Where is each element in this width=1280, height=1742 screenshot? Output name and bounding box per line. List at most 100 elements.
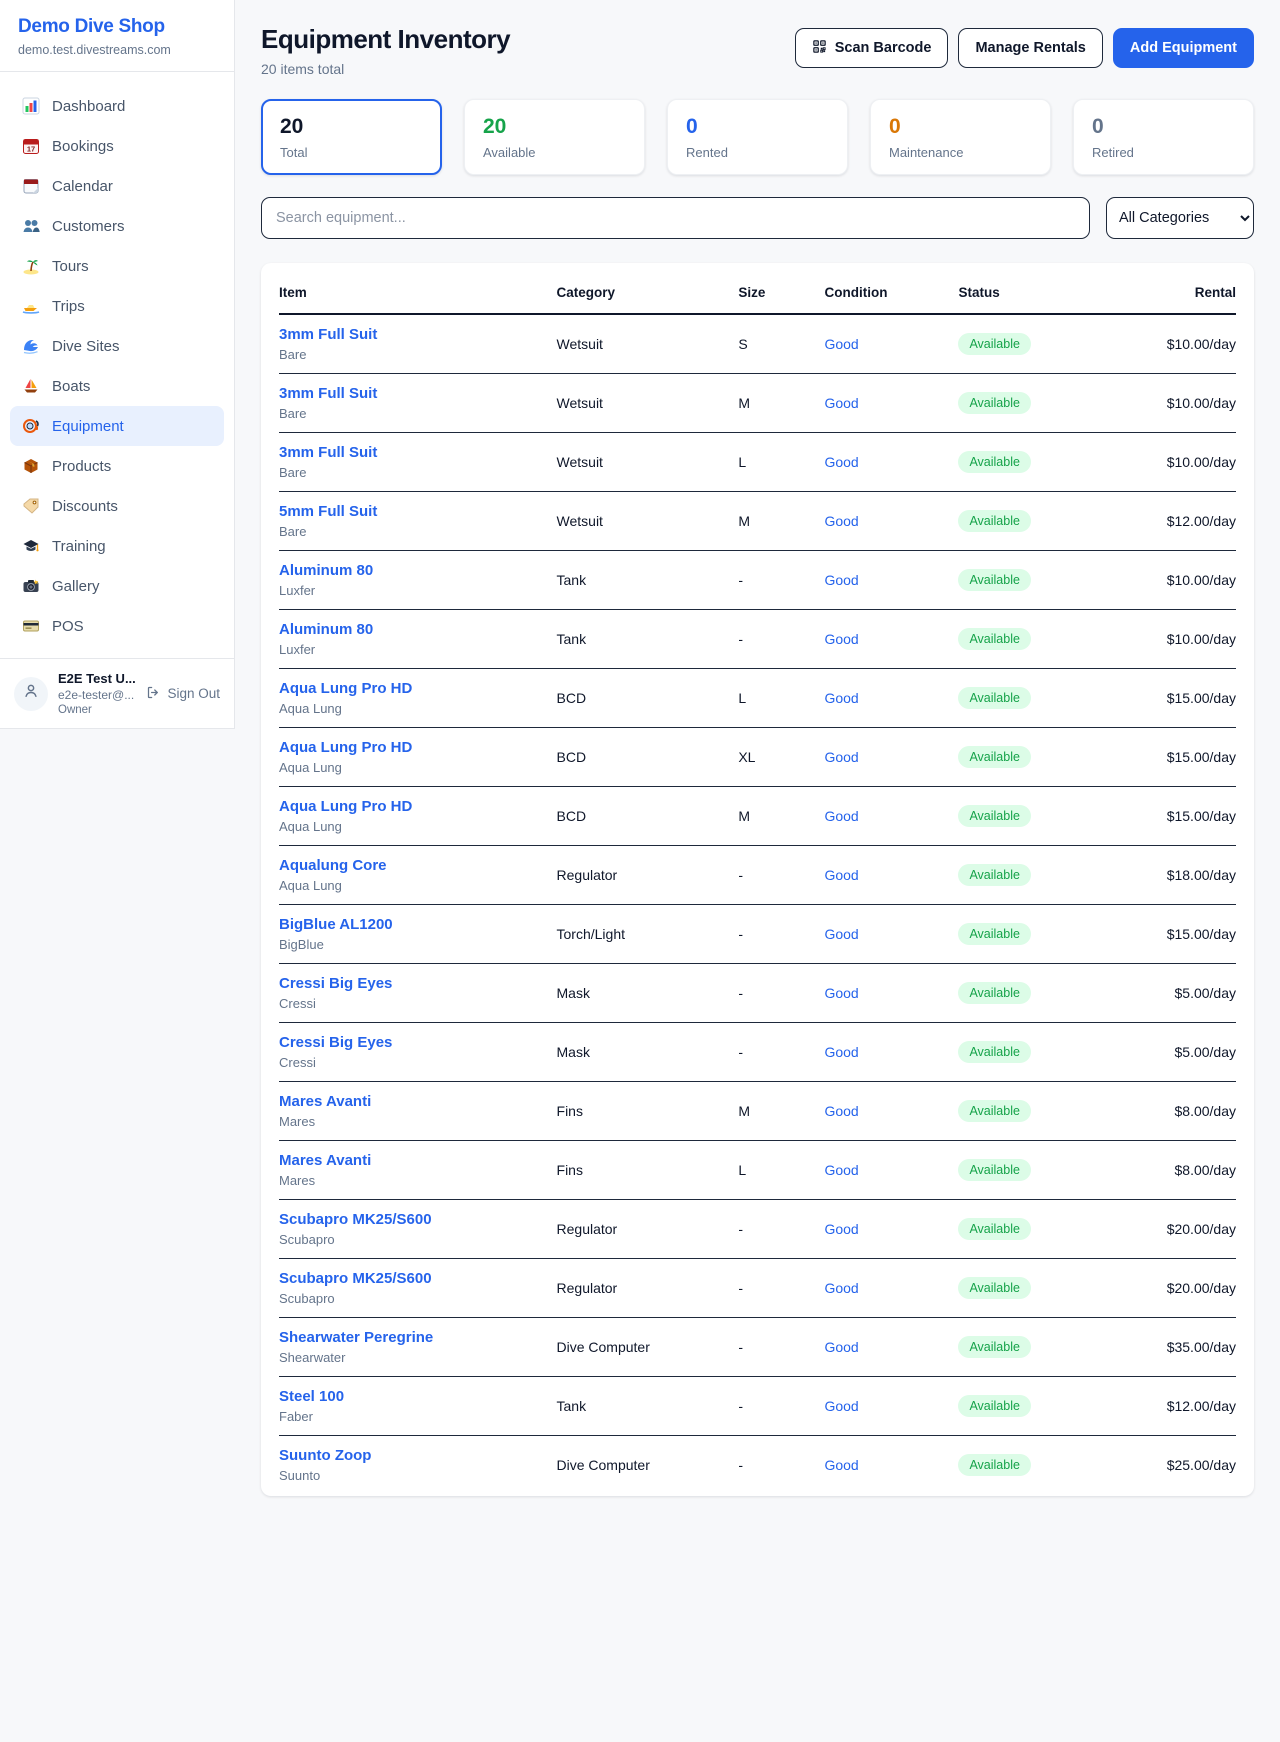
person-icon xyxy=(22,682,40,705)
sidebar-item-products[interactable]: Products xyxy=(10,446,224,486)
item-name-link[interactable]: Aqua Lung Pro HD xyxy=(279,798,549,815)
sidebar-item-trips[interactable]: Trips xyxy=(10,286,224,326)
stat-label: Available xyxy=(483,145,626,160)
condition-link[interactable]: Good xyxy=(824,1457,858,1473)
sidebar-item-customers[interactable]: Customers xyxy=(10,206,224,246)
sidebar-item-calendar[interactable]: Calendar xyxy=(10,166,224,206)
item-rental-rate: $8.00/day xyxy=(1121,1082,1236,1141)
item-brand: Cressi xyxy=(279,1055,549,1070)
sign-out-button[interactable]: Sign Out xyxy=(146,685,220,703)
scan-barcode-button[interactable]: Scan Barcode xyxy=(795,28,949,68)
item-name-link[interactable]: BigBlue AL1200 xyxy=(279,916,549,933)
item-name-link[interactable]: Cressi Big Eyes xyxy=(279,1034,549,1051)
camera-icon xyxy=(22,577,40,595)
item-name-link[interactable]: 3mm Full Suit xyxy=(279,385,549,402)
status-badge: Available xyxy=(958,1218,1031,1240)
condition-link[interactable]: Good xyxy=(824,1280,858,1296)
item-name-link[interactable]: 3mm Full Suit xyxy=(279,326,549,343)
item-rental-rate: $10.00/day xyxy=(1121,433,1236,492)
item-rental-rate: $15.00/day xyxy=(1121,905,1236,964)
condition-link[interactable]: Good xyxy=(824,867,858,883)
add-equipment-button[interactable]: Add Equipment xyxy=(1113,28,1254,68)
condition-link[interactable]: Good xyxy=(824,395,858,411)
table-row: 3mm Full Suit Bare Wetsuit M Good Availa… xyxy=(279,374,1236,433)
condition-link[interactable]: Good xyxy=(824,513,858,529)
item-name-link[interactable]: Aluminum 80 xyxy=(279,562,549,579)
item-name-link[interactable]: Cressi Big Eyes xyxy=(279,975,549,992)
sidebar-item-dive-sites[interactable]: Dive Sites xyxy=(10,326,224,366)
condition-link[interactable]: Good xyxy=(824,926,858,942)
table-row: 5mm Full Suit Bare Wetsuit M Good Availa… xyxy=(279,492,1236,551)
table-row: Aqua Lung Pro HD Aqua Lung BCD M Good Av… xyxy=(279,787,1236,846)
items-total-count: 20 items total xyxy=(261,61,510,77)
status-badge: Available xyxy=(958,1041,1031,1063)
manage-rentals-button[interactable]: Manage Rentals xyxy=(958,28,1102,68)
condition-link[interactable]: Good xyxy=(824,336,858,352)
dive-mask-icon xyxy=(22,417,40,435)
stat-card-total[interactable]: 20 Total xyxy=(261,99,442,175)
sidebar-item-training[interactable]: Training xyxy=(10,526,224,566)
stat-value: 0 xyxy=(686,115,829,139)
sidebar-item-dashboard[interactable]: Dashboard xyxy=(10,86,224,126)
item-size: M xyxy=(738,787,824,846)
item-brand: Bare xyxy=(279,347,549,362)
item-name-link[interactable]: Scubapro MK25/S600 xyxy=(279,1270,549,1287)
item-category: BCD xyxy=(557,728,739,787)
table-row: Scubapro MK25/S600 Scubapro Regulator - … xyxy=(279,1259,1236,1318)
item-name-link[interactable]: Scubapro MK25/S600 xyxy=(279,1211,549,1228)
condition-link[interactable]: Good xyxy=(824,749,858,765)
item-brand: BigBlue xyxy=(279,937,549,952)
sidebar-item-tours[interactable]: Tours xyxy=(10,246,224,286)
item-name-link[interactable]: Suunto Zoop xyxy=(279,1447,549,1464)
category-select[interactable]: All Categories xyxy=(1106,197,1254,239)
status-badge: Available xyxy=(958,805,1031,827)
stat-card-maintenance[interactable]: 0 Maintenance xyxy=(870,99,1051,175)
item-name-link[interactable]: Aqua Lung Pro HD xyxy=(279,680,549,697)
condition-link[interactable]: Good xyxy=(824,1339,858,1355)
condition-link[interactable]: Good xyxy=(824,1103,858,1119)
sidebar-item-bookings[interactable]: 17 Bookings xyxy=(10,126,224,166)
sidebar-item-pos[interactable]: POS xyxy=(10,606,224,646)
condition-link[interactable]: Good xyxy=(824,1398,858,1414)
brand-title[interactable]: Demo Dive Shop xyxy=(18,16,216,38)
sidebar-item-equipment[interactable]: Equipment xyxy=(10,406,224,446)
item-name-link[interactable]: Aqualung Core xyxy=(279,857,549,874)
item-name-link[interactable]: Aluminum 80 xyxy=(279,621,549,638)
table-row: Mares Avanti Mares Fins M Good Available… xyxy=(279,1082,1236,1141)
users-icon xyxy=(22,217,40,235)
qr-code-icon xyxy=(812,39,827,58)
sidebar-item-label: Dive Sites xyxy=(52,338,120,355)
item-name-link[interactable]: 3mm Full Suit xyxy=(279,444,549,461)
condition-link[interactable]: Good xyxy=(824,808,858,824)
page: Demo Dive Shop demo.test.divestreams.com… xyxy=(0,0,1280,1742)
search-input[interactable] xyxy=(261,197,1090,239)
condition-link[interactable]: Good xyxy=(824,985,858,1001)
item-category: Wetsuit xyxy=(557,492,739,551)
table-row: Aqua Lung Pro HD Aqua Lung BCD L Good Av… xyxy=(279,669,1236,728)
item-name-link[interactable]: Mares Avanti xyxy=(279,1093,549,1110)
sidebar-item-label: Customers xyxy=(52,218,125,235)
stat-value: 20 xyxy=(280,115,423,139)
item-name-link[interactable]: 5mm Full Suit xyxy=(279,503,549,520)
condition-link[interactable]: Good xyxy=(824,572,858,588)
condition-link[interactable]: Good xyxy=(824,1162,858,1178)
condition-link[interactable]: Good xyxy=(824,690,858,706)
item-category: Tank xyxy=(557,551,739,610)
condition-link[interactable]: Good xyxy=(824,631,858,647)
item-name-link[interactable]: Shearwater Peregrine xyxy=(279,1329,549,1346)
stat-card-retired[interactable]: 0 Retired xyxy=(1073,99,1254,175)
stat-card-available[interactable]: 20 Available xyxy=(464,99,645,175)
item-name-link[interactable]: Steel 100 xyxy=(279,1388,549,1405)
condition-link[interactable]: Good xyxy=(824,1221,858,1237)
status-badge: Available xyxy=(958,510,1031,532)
condition-link[interactable]: Good xyxy=(824,1044,858,1060)
item-name-link[interactable]: Mares Avanti xyxy=(279,1152,549,1169)
sidebar-item-discounts[interactable]: Discounts xyxy=(10,486,224,526)
stat-card-rented[interactable]: 0 Rented xyxy=(667,99,848,175)
sidebar-item-gallery[interactable]: Gallery xyxy=(10,566,224,606)
condition-link[interactable]: Good xyxy=(824,454,858,470)
item-category: Regulator xyxy=(557,1200,739,1259)
item-brand: Aqua Lung xyxy=(279,878,549,893)
sidebar-item-boats[interactable]: Boats xyxy=(10,366,224,406)
item-name-link[interactable]: Aqua Lung Pro HD xyxy=(279,739,549,756)
